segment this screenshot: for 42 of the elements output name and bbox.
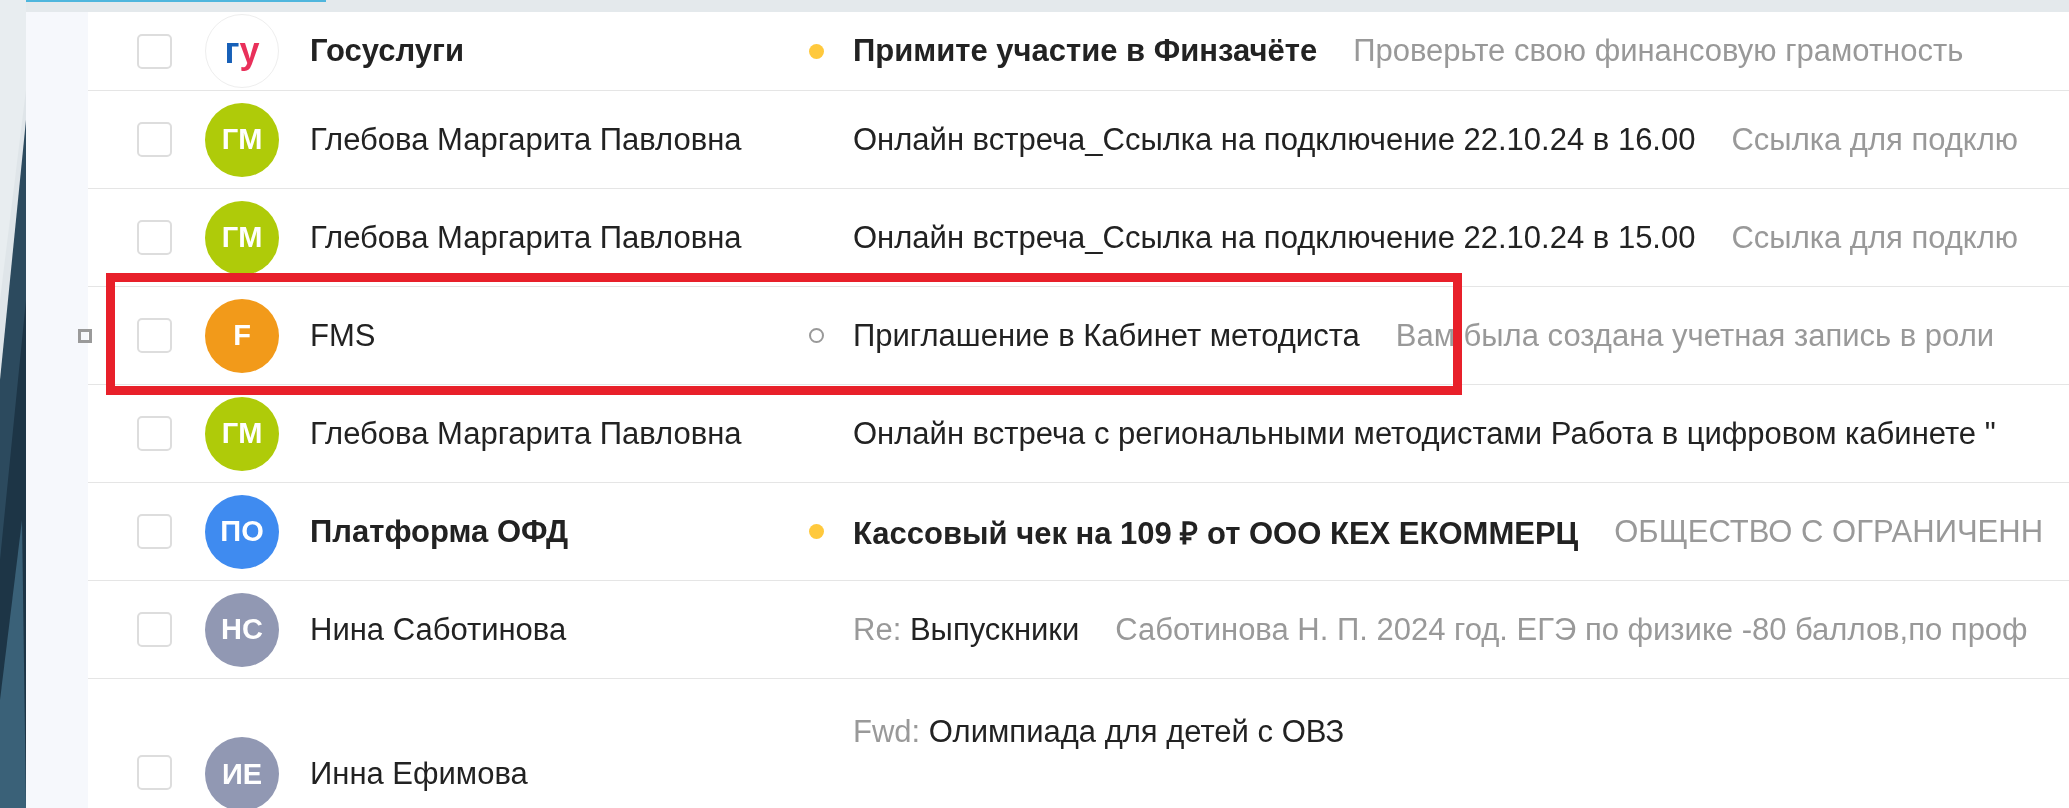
checkbox[interactable] (137, 612, 172, 647)
checkbox[interactable] (137, 514, 172, 549)
message-snippet: Ссылка для подклю (1731, 121, 2019, 158)
message-snippet: Проверьте свою финансовую грамотность (1353, 33, 1964, 69)
message-subject[interactable]: Онлайн встреча_Ссылка на подключение 22.10.24 в 16.00 (853, 121, 1696, 158)
avatar: F (205, 298, 279, 373)
message-snippet: Вам была создана учетная запись в роли (1395, 317, 1995, 354)
avatar: ИЕ (205, 737, 279, 808)
message-snippet: Ссылка для подклю (1731, 219, 2019, 256)
message-snippet: ОБЩЕСТВО С ОГРАНИЧЕНН (1614, 513, 2044, 550)
drag-handle-icon[interactable] (78, 328, 92, 344)
sender-name: Госуслуги (310, 33, 465, 69)
avatar: гу (205, 14, 279, 88)
unread-dot-icon[interactable] (809, 524, 824, 539)
message-subject[interactable]: Приглашение в Кабинет методиста (853, 317, 1360, 354)
message-snippet: Саботинова Н. П. 2024 год. ЕГЭ по физике -80 баллов,по проф (1115, 611, 2028, 648)
sender-name: Инна Ефимова (310, 756, 529, 792)
avatar: НС (205, 592, 279, 667)
unread-dot-icon[interactable] (809, 43, 824, 59)
checkbox[interactable] (137, 755, 172, 790)
message-subject[interactable]: Примите участие в Финзачёте (853, 33, 1318, 69)
message-subject[interactable]: Онлайн встреча_Ссылка на подключение 22.10.24 в 15.00 (853, 219, 1696, 256)
avatar: ГМ (205, 200, 279, 275)
checkbox[interactable] (137, 416, 172, 451)
read-marker-icon[interactable] (809, 328, 824, 343)
avatar: ГМ (205, 102, 279, 177)
checkbox[interactable] (137, 220, 172, 255)
checkbox[interactable] (137, 33, 172, 69)
message-subject[interactable]: Онлайн встреча с региональными методистами Работа в цифровом кабинете " (853, 415, 1996, 452)
sender-name: Глебова Маргарита Павловна (310, 121, 743, 158)
sender-name: Глебова Маргарита Павловна (310, 219, 743, 256)
sender-name: FMS (310, 317, 377, 354)
message-subject[interactable]: Кассовый чек на 109 ₽ от ООО КЕХ ЕКОММЕРЦ (853, 510, 1579, 553)
avatar: ПО (205, 494, 279, 569)
sender-name: Нина Саботинова (310, 611, 568, 648)
sender-name: Глебова Маргарита Павловна (310, 415, 743, 452)
message-subject[interactable]: Re: Выпускники (853, 611, 1080, 648)
message-subject[interactable]: Fwd: Олимпиада для детей с ОВЗ (853, 714, 1345, 750)
checkbox[interactable] (137, 122, 172, 157)
checkbox[interactable] (137, 318, 172, 353)
avatar: ГМ (205, 396, 279, 471)
sender-name: Платформа ОФД (310, 513, 570, 550)
